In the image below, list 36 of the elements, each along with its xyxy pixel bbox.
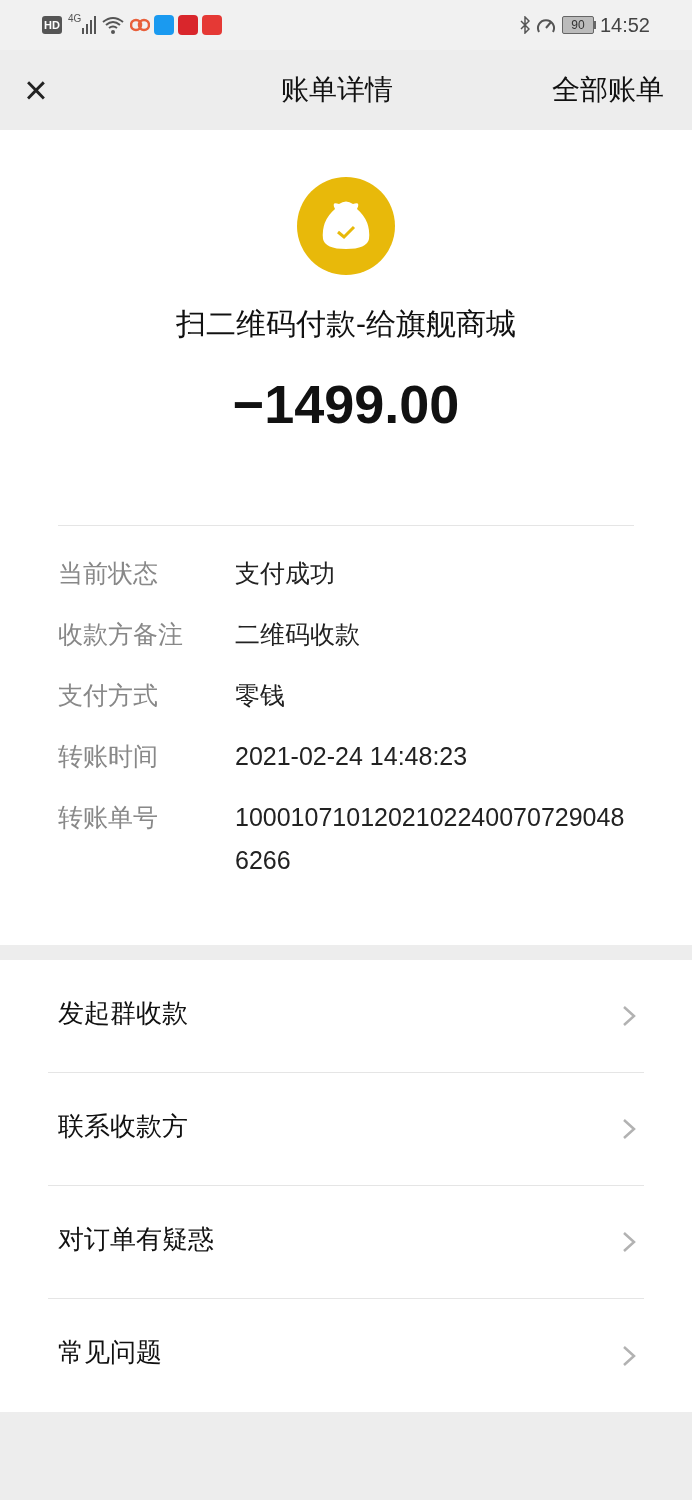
menu-item[interactable]: 对订单有疑惑 bbox=[48, 1186, 644, 1299]
app-icon bbox=[178, 15, 199, 35]
detail-value: 支付成功 bbox=[235, 558, 335, 589]
close-button[interactable]: × bbox=[20, 70, 52, 110]
chevron-right-icon bbox=[622, 1118, 636, 1140]
app-icon bbox=[202, 15, 223, 35]
page-title: 账单详情 bbox=[281, 73, 393, 107]
bluetooth-icon bbox=[519, 16, 530, 34]
chevron-right-icon bbox=[622, 1344, 636, 1367]
all-bills-link[interactable]: 全部账单 bbox=[552, 69, 664, 111]
bill-title: 扫二维码付款-给旗舰商城 bbox=[175, 306, 517, 342]
menu-item[interactable]: 联系收款方 bbox=[48, 1073, 644, 1186]
menu-item[interactable]: 常见问题 bbox=[48, 1299, 644, 1412]
detail-label: 转账时间 bbox=[58, 741, 159, 772]
detail-value: 2021-02-24 14:48:23 bbox=[235, 741, 468, 772]
detail-value: 二维码收款 bbox=[235, 619, 360, 650]
bill-amount: −1499.00 bbox=[231, 373, 461, 436]
detail-value: 零钱 bbox=[235, 680, 285, 711]
detail-label: 收款方备注 bbox=[58, 619, 184, 650]
wifi-icon bbox=[102, 16, 125, 34]
menu-item[interactable]: 发起群收款 bbox=[48, 960, 644, 1073]
speedometer-icon bbox=[535, 16, 556, 34]
detail-value: 10001071012021022400707290486266 bbox=[235, 802, 626, 876]
battery-level: 90 bbox=[561, 16, 594, 34]
chevron-right-icon bbox=[622, 1005, 636, 1027]
time: 14:52 bbox=[599, 13, 650, 38]
detail-label: 支付方式 bbox=[58, 680, 159, 711]
detail-label: 当前状态 bbox=[58, 558, 159, 589]
network-label: 4G bbox=[67, 12, 82, 26]
app-icon bbox=[154, 15, 175, 35]
app-icon bbox=[130, 18, 151, 32]
signal-icon bbox=[82, 16, 97, 34]
detail-label: 转账单号 bbox=[58, 802, 159, 833]
hd-badge: HD bbox=[42, 16, 62, 34]
money-bag-icon bbox=[297, 177, 395, 275]
chevron-right-icon bbox=[622, 1231, 636, 1253]
